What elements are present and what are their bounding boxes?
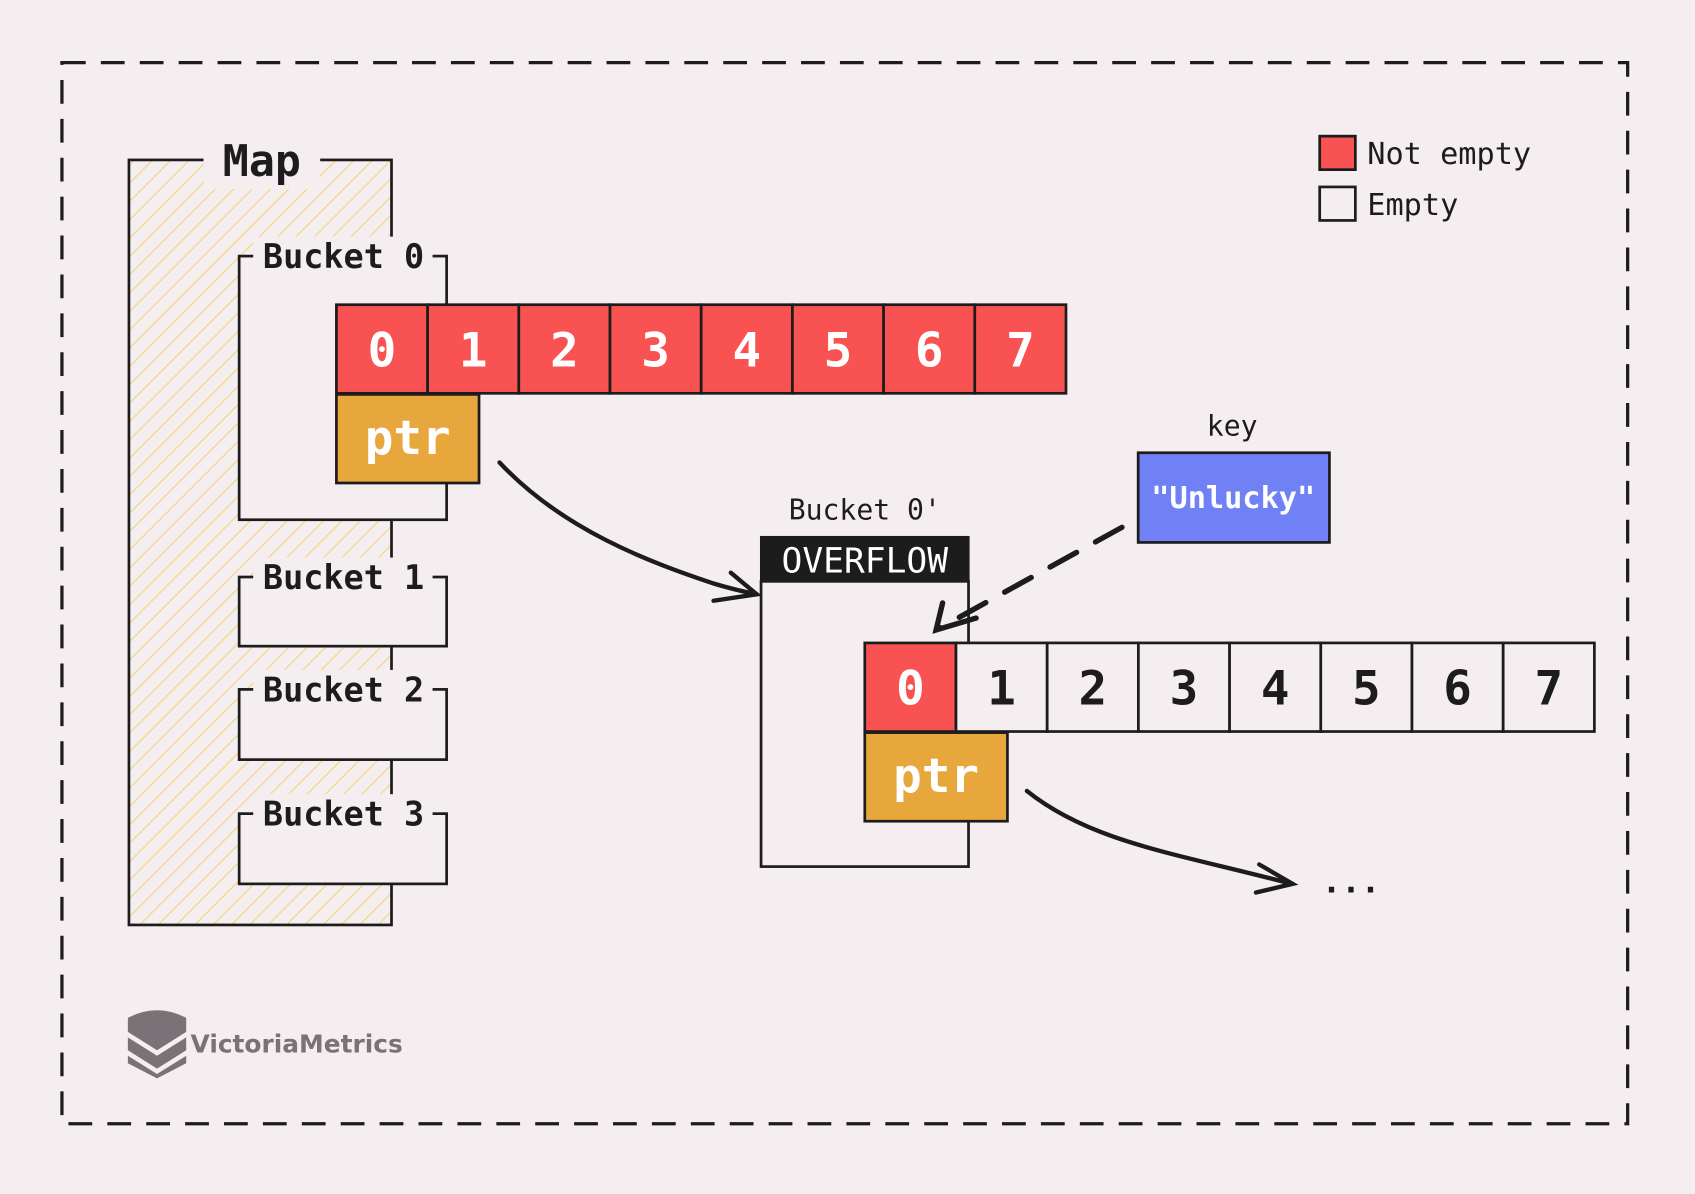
logo-text: VictoriaMetrics <box>191 1029 403 1058</box>
slot-label: 0 <box>368 323 397 378</box>
slot-label: 7 <box>1534 662 1563 717</box>
slot-1: 1 <box>426 303 521 395</box>
bucket-1: Bucket 1 <box>237 557 448 648</box>
bucket-label: Bucket 1 <box>263 558 424 597</box>
slot-7: 7 <box>1501 641 1596 733</box>
ptr-label: ptr <box>365 411 451 466</box>
slot-label: 7 <box>1006 323 1035 378</box>
slot-0: 0 <box>335 303 429 395</box>
key-value: "Unlucky" <box>1151 481 1315 516</box>
slot-label: 6 <box>915 323 944 378</box>
slot-label: 5 <box>1352 662 1381 717</box>
slot-label: 5 <box>824 323 853 378</box>
ptr-label: ptr <box>893 749 979 804</box>
slot-6: 6 <box>1410 641 1505 733</box>
slot-7: 7 <box>973 303 1068 395</box>
legend-swatch-empty <box>1318 185 1357 222</box>
bucket-2: Bucket 2 <box>237 669 448 761</box>
overflow-ptr: ptr <box>863 731 1009 823</box>
overflow-badge-text: OVERFLOW <box>782 542 949 582</box>
legend-label: Empty <box>1367 188 1458 223</box>
bucket-label: Bucket 2 <box>263 670 424 709</box>
slot-label: 0 <box>896 662 925 717</box>
continuation-ellipsis: ... <box>1322 863 1381 901</box>
slot-3: 3 <box>1137 641 1231 733</box>
slot-5: 5 <box>1319 641 1414 733</box>
slot-0: 0 <box>863 641 958 733</box>
key-caption: key <box>1207 409 1258 442</box>
slot-2: 2 <box>1045 641 1140 733</box>
slot-4: 4 <box>699 303 794 395</box>
slot-2: 2 <box>517 303 612 395</box>
slot-label: 1 <box>459 323 488 378</box>
bucket-label: Bucket 3 <box>263 795 424 834</box>
slot-label: 3 <box>641 323 670 378</box>
bucket0-ptr: ptr <box>335 393 481 485</box>
map-overflow-diagram: Map Bucket 0 Bucket 1 Bucket 2 Bucket 3 0 1 2… <box>0 0 1695 1194</box>
slot-label: 1 <box>987 662 1016 717</box>
slot-label: 2 <box>550 323 579 378</box>
bucket-3: Bucket 3 <box>237 794 448 886</box>
slot-6: 6 <box>882 303 977 395</box>
slot-5: 5 <box>791 303 885 395</box>
bucket-label: Bucket 0 <box>263 237 424 276</box>
legend-swatch-not-empty <box>1318 134 1357 171</box>
legend-label: Not empty <box>1367 137 1531 172</box>
slot-1: 1 <box>954 641 1049 733</box>
slot-label: 3 <box>1170 662 1199 717</box>
slot-label: 2 <box>1078 662 1107 717</box>
slot-label: 4 <box>1261 662 1290 717</box>
slot-label: 4 <box>732 323 761 378</box>
overflow-bucket-label: Bucket 0' <box>789 494 941 527</box>
slot-4: 4 <box>1228 641 1323 733</box>
map-title: Map <box>223 137 301 187</box>
slot-label: 6 <box>1443 662 1472 717</box>
slot-3: 3 <box>608 303 703 395</box>
